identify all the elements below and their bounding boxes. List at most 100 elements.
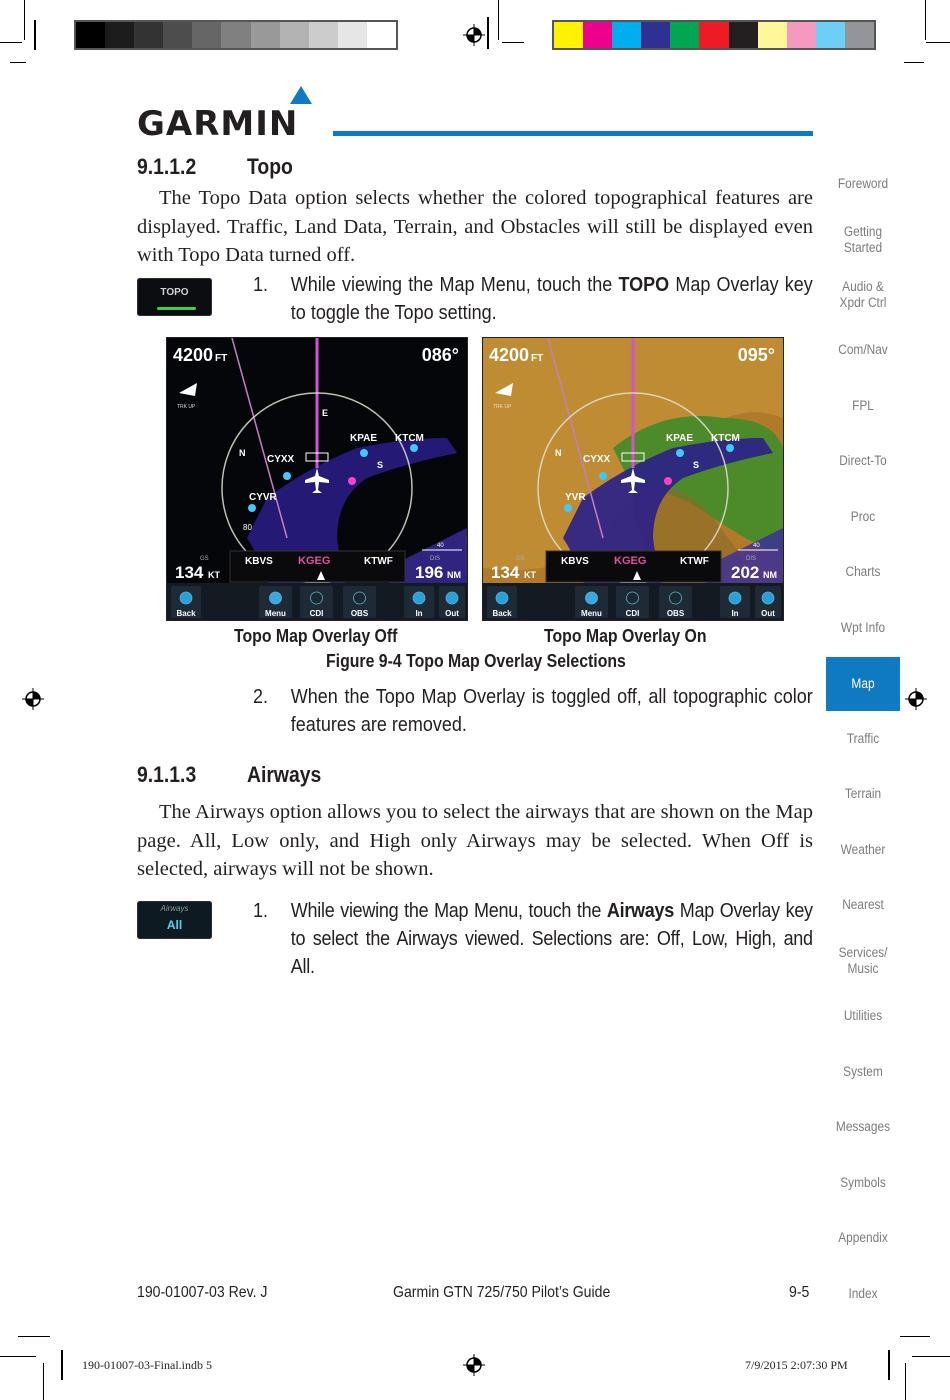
topo-step-1: 1. While viewing the Map Menu, touch the… bbox=[253, 271, 813, 331]
airport-label: KPAE bbox=[350, 433, 377, 444]
airport-label: CYXX bbox=[267, 454, 295, 465]
compass-label: S bbox=[377, 460, 383, 470]
dis-label: DIS bbox=[746, 556, 756, 562]
chapter-tab-charts[interactable]: Charts bbox=[826, 564, 900, 580]
softkey-label: Back bbox=[176, 609, 196, 618]
color-swatch bbox=[786, 22, 816, 48]
step-number: 1. bbox=[253, 274, 269, 296]
route-from: KBVS bbox=[245, 556, 273, 567]
softkey-label: CDI bbox=[310, 609, 324, 618]
crop-mark bbox=[905, 1363, 906, 1400]
section-body: The Topo Data option selects whether the… bbox=[137, 187, 813, 266]
gs-label: GS bbox=[200, 556, 209, 562]
altitude-value: 4200 bbox=[173, 345, 213, 365]
softkey-label: Out bbox=[445, 609, 459, 618]
grayscale-swatch bbox=[105, 22, 135, 48]
chapter-tab-traffic[interactable]: Traffic bbox=[826, 731, 900, 747]
softkey-icon bbox=[761, 591, 775, 605]
chapter-tab-terrain[interactable]: Terrain bbox=[826, 786, 900, 802]
airways-key-title: Airways bbox=[160, 904, 189, 913]
step-text: While viewing the Map Menu, touch the Ai… bbox=[291, 897, 813, 981]
registration-mark-icon bbox=[905, 688, 927, 710]
registration-mark-icon bbox=[463, 1354, 485, 1376]
registration-mark-icon bbox=[463, 24, 485, 46]
distance-value: 196 bbox=[415, 563, 443, 582]
crop-mark bbox=[912, 1356, 950, 1357]
crop-mark bbox=[900, 1336, 930, 1337]
softkey-icon bbox=[728, 591, 742, 605]
chapter-tab-foreword[interactable]: Foreword bbox=[826, 176, 900, 192]
track-value: 095° bbox=[738, 345, 775, 365]
section-title: Topo bbox=[247, 154, 293, 179]
footer-title: Garmin GTN 725/750 Pilot’s Guide bbox=[393, 1284, 611, 1301]
chapter-tab-audio-xpdr-ctrl[interactable]: Audio & Xpdr Ctrl bbox=[826, 279, 900, 311]
step-text-key: TOPO bbox=[618, 274, 670, 296]
crop-mark bbox=[487, 17, 489, 49]
softkey-label: OBS bbox=[667, 609, 685, 618]
chapter-tab-getting-started[interactable]: Getting Started bbox=[826, 224, 900, 256]
airport-symbol bbox=[410, 444, 418, 452]
chapter-tab-index[interactable]: Index bbox=[826, 1286, 900, 1302]
chapter-tab-appendix[interactable]: Appendix bbox=[826, 1230, 900, 1246]
route-from: KBVS bbox=[561, 556, 589, 567]
waypoint-symbol bbox=[664, 477, 672, 485]
step-text: When the Topo Map Overlay is toggled off… bbox=[290, 686, 813, 736]
compass-label: E bbox=[322, 408, 328, 418]
airport-label: KPAE bbox=[666, 433, 693, 444]
grayscale-swatch bbox=[308, 22, 338, 48]
softkey-label: Menu bbox=[581, 609, 602, 618]
chapter-tab-wpt-info[interactable]: Wpt Info bbox=[826, 620, 900, 636]
color-swatch bbox=[815, 22, 845, 48]
slug-date: 7/9/2015 2:07:30 PM bbox=[745, 1358, 848, 1372]
chapter-tab-nearest[interactable]: Nearest bbox=[826, 897, 900, 913]
grayscale-swatch bbox=[221, 22, 251, 48]
chapter-tab-symbols[interactable]: Symbols bbox=[826, 1175, 900, 1191]
softkey-icon bbox=[626, 591, 639, 605]
garmin-logo: GARMIN bbox=[137, 104, 299, 144]
airport-symbol bbox=[248, 504, 256, 512]
section-number: 9.1.1.2 bbox=[137, 154, 197, 179]
footer-doc-number: 190-01007-03 Rev. J bbox=[137, 1284, 268, 1301]
grayscale-swatch bbox=[134, 22, 164, 48]
chapter-tab-messages[interactable]: Messages bbox=[826, 1119, 900, 1135]
chapter-tab-system[interactable]: System bbox=[826, 1064, 900, 1080]
crop-mark bbox=[0, 42, 22, 43]
airport-label: CYXX bbox=[583, 454, 611, 465]
chapter-tab-direct-to[interactable]: Direct-To bbox=[826, 453, 900, 469]
grayscale-swatch bbox=[337, 22, 367, 48]
airport-label: KTCM bbox=[711, 433, 740, 444]
color-swatch bbox=[728, 22, 758, 48]
distance-value: 202 bbox=[731, 563, 759, 582]
chapter-tab-fpl[interactable]: FPL bbox=[826, 398, 900, 414]
map-canvas: ENSWKPAEKTCMCYXXCYVR804200FT086°TRK UPGS… bbox=[167, 338, 467, 620]
color-swatch bbox=[844, 22, 875, 48]
route-active: KGEG bbox=[298, 555, 330, 567]
chapter-tab-com-nav[interactable]: Com/Nav bbox=[826, 342, 900, 358]
softkey-icon bbox=[353, 591, 366, 605]
grayscale-swatch bbox=[163, 22, 193, 48]
color-swatch bbox=[757, 22, 787, 48]
crop-mark bbox=[888, 1350, 890, 1380]
chapter-tab-proc[interactable]: Proc bbox=[826, 509, 900, 525]
figure-right-caption: Topo Map Overlay On bbox=[544, 626, 707, 646]
softkey-icon bbox=[269, 591, 282, 605]
grayscale-bar bbox=[74, 20, 398, 50]
chapter-tab-utilities[interactable]: Utilities bbox=[826, 1008, 900, 1024]
airport-label: CYVR bbox=[249, 492, 278, 503]
header-rule bbox=[333, 131, 813, 136]
grayscale-swatch bbox=[192, 22, 222, 48]
airways-key-image: Airways All bbox=[137, 901, 212, 939]
chapter-tab-services-music[interactable]: Services/ Music bbox=[826, 945, 900, 977]
chapter-tab-map[interactable]: Map bbox=[826, 657, 900, 711]
crop-mark bbox=[925, 0, 926, 40]
map-screen-topo-off: ENSWKPAEKTCMCYXXCYVR804200FT086°TRK UPGS… bbox=[166, 337, 468, 621]
airport-symbol bbox=[726, 444, 734, 452]
chapter-tab-weather[interactable]: Weather bbox=[826, 842, 900, 858]
airport-symbol bbox=[676, 449, 684, 457]
crop-mark bbox=[61, 1350, 63, 1380]
distance-unit: NM bbox=[447, 570, 461, 580]
ring-range-label: 80 bbox=[243, 523, 252, 532]
crop-mark bbox=[10, 62, 26, 63]
map-scale-label: 40 bbox=[753, 543, 760, 549]
groundspeed-value: 134 bbox=[491, 563, 520, 582]
